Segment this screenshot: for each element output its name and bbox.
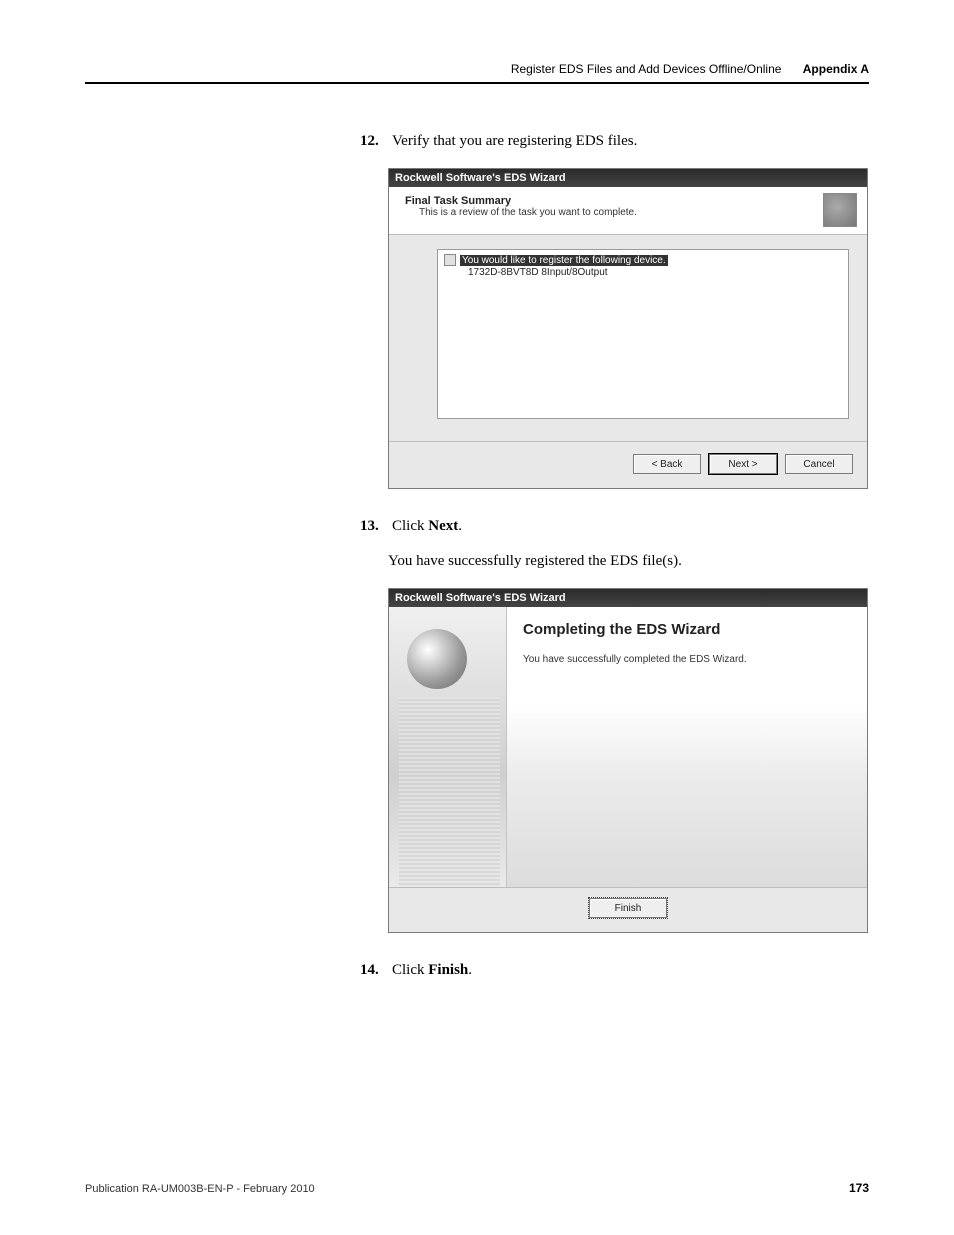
page-header: Register EDS Files and Add Devices Offli… [85,62,869,82]
tree-root-row[interactable]: You would like to register the following… [444,254,842,266]
wizard-banner-image [389,607,507,887]
step-12-text: Verify that you are registering EDS file… [392,133,637,149]
step-12-number: 12. [360,133,388,150]
step-12: 12. Verify that you are registering EDS … [360,132,869,150]
dialog2-body: Completing the EDS Wizard You have succe… [389,607,867,887]
eds-wizard-complete-dialog: Rockwell Software's EDS Wizard Completin… [388,588,868,933]
dialog-titlebar: Rockwell Software's EDS Wizard [389,169,867,187]
dialog2-content: Completing the EDS Wizard You have succe… [507,607,867,887]
step-14: 14. Click Finish. [360,961,869,979]
page-number: 173 [849,1181,869,1195]
dialog-subheading: This is a review of the task you want to… [419,207,855,218]
step-13-bold: Next [428,518,458,534]
complete-heading: Completing the EDS Wizard [523,621,851,638]
complete-message: You have successfully completed the EDS … [523,654,851,665]
dialog-header: Final Task Summary This is a review of t… [389,187,867,235]
summary-tree[interactable]: You would like to register the following… [437,249,849,419]
cancel-button[interactable]: Cancel [785,454,853,474]
step-13: 13. Click Next. [360,517,869,535]
step-13-pre: Click [392,518,428,534]
eds-wizard-summary-dialog: Rockwell Software's EDS Wizard Final Tas… [388,168,868,489]
tree-child-label[interactable]: 1732D-8BVT8D 8Input/8Output [468,267,842,278]
tree-root-label: You would like to register the following… [460,255,668,266]
header-appendix: Appendix A [803,62,869,76]
step-14-bold: Finish [428,962,468,978]
dialog-button-row: < Back Next > Cancel [389,442,867,488]
step-14-number: 14. [360,962,388,979]
step-13-number: 13. [360,518,388,535]
publication-id: Publication RA-UM003B-EN-P - February 20… [85,1183,315,1195]
finish-button[interactable]: Finish [589,898,667,918]
dialog-heading: Final Task Summary [405,195,855,207]
page-footer: Publication RA-UM003B-EN-P - February 20… [85,1181,869,1195]
header-breadcrumb: Register EDS Files and Add Devices Offli… [511,62,782,76]
wizard-logo-icon [823,193,857,227]
tree-node-icon [444,254,456,266]
dialog2-titlebar: Rockwell Software's EDS Wizard [389,589,867,607]
dialog2-button-row: Finish [389,887,867,932]
step-13-post: . [458,518,462,534]
dialog-body: You would like to register the following… [389,235,867,435]
back-button[interactable]: < Back [633,454,701,474]
step-14-pre: Click [392,962,428,978]
header-rule [85,82,869,84]
step-13-body: You have successfully registered the EDS… [388,553,869,570]
next-button[interactable]: Next > [709,454,777,474]
step-14-post: . [468,962,472,978]
